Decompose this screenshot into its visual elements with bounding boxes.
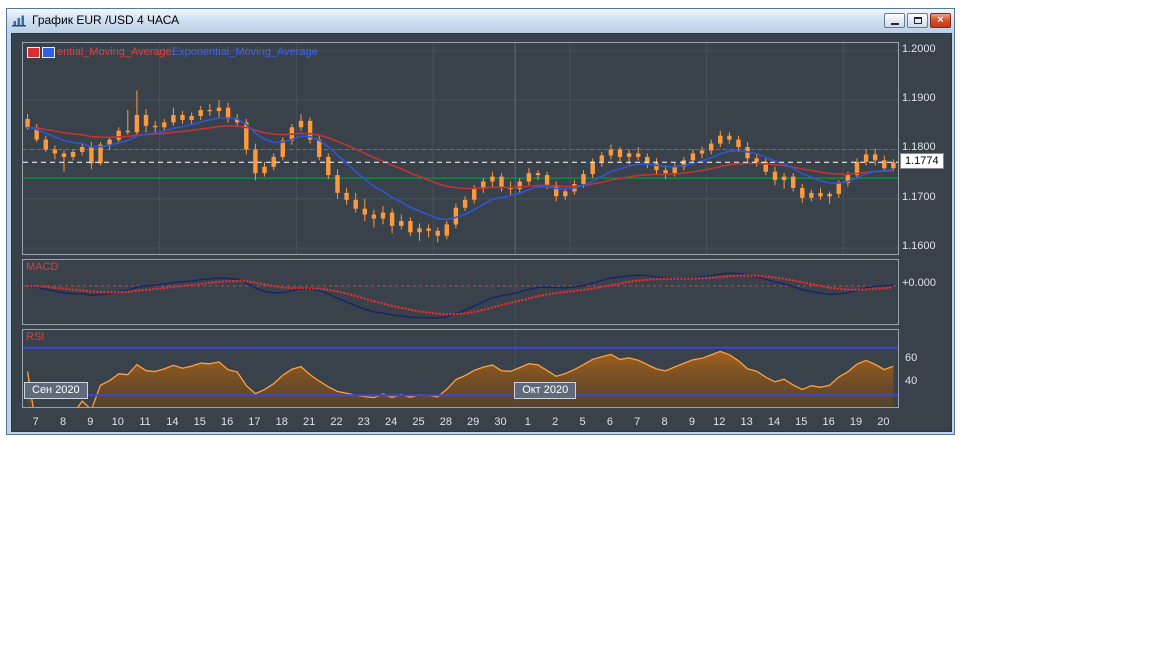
- x-tick-label: 7: [26, 416, 46, 429]
- x-tick-label: 17: [244, 416, 264, 429]
- x-tick-label: 23: [354, 416, 374, 429]
- x-tick-label: 15: [791, 416, 811, 429]
- chart-client-area: ential_Moving_Average Exponential_Moving…: [11, 33, 952, 432]
- x-tick-label: 11: [135, 416, 155, 429]
- x-tick-label: 7: [627, 416, 647, 429]
- x-tick-label: 6: [600, 416, 620, 429]
- rsi-panel[interactable]: RSI: [22, 329, 899, 408]
- x-tick-label: 18: [272, 416, 292, 429]
- x-tick-label: 12: [709, 416, 729, 429]
- x-tick-label: 2: [545, 416, 565, 429]
- x-tick-label: 13: [737, 416, 757, 429]
- ema-blue-label: Exponential_Moving_Average: [172, 46, 318, 58]
- macd-panel[interactable]: MACD: [22, 259, 899, 325]
- price-tick-label: 1.1600: [902, 240, 936, 253]
- x-tick-label: 29: [463, 416, 483, 429]
- close-icon: ×: [937, 15, 943, 26]
- price-chart-canvas: [23, 43, 898, 254]
- x-tick-label: 16: [819, 416, 839, 429]
- title-bar[interactable]: График EUR /USD 4 ЧАСА ×: [7, 9, 954, 31]
- x-tick-label: 24: [381, 416, 401, 429]
- x-tick-label: 19: [846, 416, 866, 429]
- current-price-box: 1.1774: [900, 153, 944, 169]
- close-button[interactable]: ×: [930, 13, 951, 28]
- maximize-icon: [914, 17, 922, 24]
- x-tick-label: 21: [299, 416, 319, 429]
- x-tick-label: 14: [162, 416, 182, 429]
- macd-chart-canvas: [23, 260, 898, 324]
- window-controls: ×: [884, 13, 951, 28]
- x-tick-label: 14: [764, 416, 784, 429]
- x-tick-label: 22: [326, 416, 346, 429]
- price-tick-label: 1.1700: [902, 191, 936, 204]
- macd-label: MACD: [26, 261, 58, 273]
- window-title: График EUR /USD 4 ЧАСА: [32, 13, 179, 27]
- x-tick-label: 30: [491, 416, 511, 429]
- ema-red-chip[interactable]: [27, 47, 40, 58]
- price-tick-label: 1.2000: [902, 43, 936, 56]
- x-tick-label: 8: [53, 416, 73, 429]
- rsi-tick-label: 60: [905, 352, 917, 365]
- chart-window: График EUR /USD 4 ЧАСА × ential_Moving_A…: [6, 8, 955, 435]
- rsi-chart-canvas: [23, 330, 898, 407]
- x-tick-label: 20: [873, 416, 893, 429]
- maximize-button[interactable]: [907, 13, 928, 28]
- ema-legend: ential_Moving_Average Exponential_Moving…: [27, 46, 318, 58]
- ema-blue-chip[interactable]: [42, 47, 55, 58]
- x-tick-label: 15: [190, 416, 210, 429]
- price-panel[interactable]: ential_Moving_Average Exponential_Moving…: [22, 42, 899, 255]
- x-tick-label: 16: [217, 416, 237, 429]
- rsi-tick-label: 40: [905, 375, 917, 388]
- chart-icon-svg: [12, 15, 26, 27]
- x-tick-label: 25: [408, 416, 428, 429]
- x-tick-label: 9: [682, 416, 702, 429]
- x-tick-label: 9: [80, 416, 100, 429]
- rsi-label: RSI: [26, 331, 44, 343]
- minimize-button[interactable]: [884, 13, 905, 28]
- x-tick-label: 28: [436, 416, 456, 429]
- window-chart-icon: [12, 13, 28, 27]
- x-tick-label: 5: [573, 416, 593, 429]
- x-tick-label: 10: [108, 416, 128, 429]
- macd-zero-label: +0.000: [902, 277, 936, 289]
- x-tick-label: 8: [655, 416, 675, 429]
- ema-red-label: ential_Moving_Average: [57, 46, 172, 58]
- price-tick-label: 1.1900: [902, 92, 936, 105]
- minimize-icon: [891, 23, 899, 25]
- x-tick-label: 1: [518, 416, 538, 429]
